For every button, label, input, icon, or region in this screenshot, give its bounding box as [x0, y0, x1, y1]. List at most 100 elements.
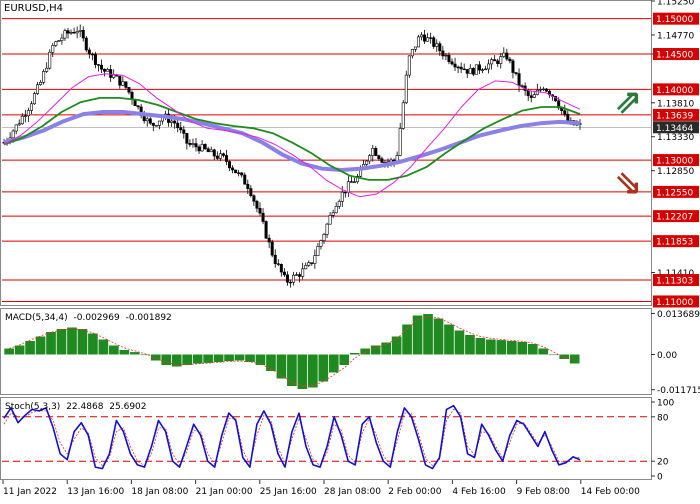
- candle-body: [20, 115, 24, 125]
- candle-body: [529, 95, 533, 98]
- candle-body: [154, 125, 158, 127]
- stoch-value-1: 22.4868: [66, 402, 103, 412]
- macd-bar: [213, 354, 224, 362]
- time-tick-label: 13 Jan 16:00: [67, 487, 124, 497]
- candle-body: [426, 37, 430, 42]
- time-tick-label: 11 Jan 2022: [3, 487, 57, 497]
- candle-body: [316, 246, 320, 256]
- candle-body: [78, 30, 82, 32]
- macd-value-1: -0.002969: [74, 313, 120, 323]
- candle-body: [325, 223, 329, 235]
- time-tick-label: 28 Jan 08:00: [324, 487, 381, 497]
- candle-body: [496, 60, 500, 64]
- candle-body: [285, 274, 289, 283]
- candle-body: [429, 37, 433, 39]
- macd-bar: [192, 354, 203, 364]
- candle-body: [81, 30, 85, 39]
- macd-bar: [339, 354, 350, 365]
- candle-body: [416, 36, 420, 48]
- stoch-tick-label: 80: [657, 413, 669, 423]
- candle-body: [307, 262, 311, 266]
- candle-body: [157, 120, 161, 126]
- candle-body: [136, 105, 140, 108]
- candle-body: [142, 115, 146, 122]
- price-tick-label: 1.13810: [657, 99, 694, 109]
- macd-bar: [109, 345, 119, 355]
- candle-body: [288, 281, 292, 284]
- macd-bar: [46, 332, 56, 355]
- candle-body: [298, 274, 302, 277]
- candle-body: [237, 172, 241, 174]
- level-tag-label: 1.14500: [656, 51, 693, 61]
- candle-body: [474, 64, 478, 75]
- candle-body: [322, 234, 326, 241]
- candle-body: [526, 90, 530, 97]
- time-tick-label: 14 Feb 00:00: [581, 487, 640, 497]
- time-tick-label: 2 Feb 00:00: [388, 487, 442, 497]
- candle-body: [319, 240, 323, 247]
- candle-body: [26, 110, 30, 117]
- level-tag-label: 1.12207: [656, 213, 693, 223]
- macd-bar: [517, 341, 528, 355]
- macd-bar: [119, 350, 130, 355]
- price-tick-label: 1.13330: [657, 133, 694, 143]
- macd-bar: [391, 336, 402, 355]
- candle-body: [224, 155, 228, 162]
- candle-body: [121, 81, 125, 86]
- candle-body: [252, 195, 256, 202]
- candle-body: [301, 268, 305, 277]
- candle-body: [410, 48, 414, 57]
- time-tick-label: 18 Jan 08:00: [131, 487, 188, 497]
- candle-body: [349, 181, 353, 183]
- candle-body: [66, 30, 70, 34]
- candle-body: [377, 155, 381, 159]
- candle-body: [450, 61, 454, 65]
- macd-bar: [182, 354, 193, 365]
- macd-bar: [129, 352, 140, 355]
- level-tag-label: 1.12550: [656, 188, 693, 198]
- candle-body: [197, 146, 201, 152]
- candle-body: [14, 124, 18, 132]
- macd-bar: [454, 330, 465, 355]
- macd-bar: [548, 354, 559, 356]
- candle-body: [228, 161, 232, 169]
- candle-body: [249, 188, 253, 196]
- macd-bar: [98, 339, 109, 355]
- candle-body: [490, 59, 494, 65]
- macd-bar: [506, 341, 517, 355]
- macd-bar: [234, 354, 245, 361]
- candle-body: [48, 51, 52, 69]
- candle-body: [231, 167, 235, 171]
- stoch-tick-label: 100: [657, 399, 674, 409]
- candle-body: [264, 221, 268, 239]
- candle-body: [96, 64, 100, 66]
- candle-body: [514, 72, 518, 74]
- candle-body: [72, 32, 76, 34]
- candle-body: [29, 103, 33, 111]
- level-tag-label: 1.13639: [656, 111, 693, 121]
- price-tick-label: 1.15250: [657, 0, 694, 8]
- candle-body: [243, 174, 247, 185]
- time-tick-label: 9 Feb 08:00: [517, 487, 571, 497]
- candle-body: [456, 66, 460, 69]
- macd-bar: [318, 354, 329, 382]
- macd-bar: [297, 354, 308, 389]
- candle-body: [179, 127, 183, 131]
- candle-body: [212, 149, 216, 157]
- candle-body: [453, 63, 457, 68]
- candle-body: [380, 158, 384, 163]
- macd-bar: [171, 354, 182, 367]
- candle-body: [75, 31, 79, 34]
- candle-body: [459, 66, 463, 70]
- time-tick-label: 4 Feb 16:00: [452, 487, 506, 497]
- candle-body: [148, 118, 152, 124]
- candle-body: [188, 143, 192, 145]
- candle-body: [484, 68, 488, 71]
- candle-body: [532, 94, 536, 98]
- macd-bar: [77, 329, 88, 355]
- candle-body: [57, 40, 61, 42]
- candle-body: [32, 93, 36, 105]
- macd-bar: [349, 353, 360, 355]
- candle-body: [337, 201, 341, 207]
- candle-body: [270, 241, 274, 256]
